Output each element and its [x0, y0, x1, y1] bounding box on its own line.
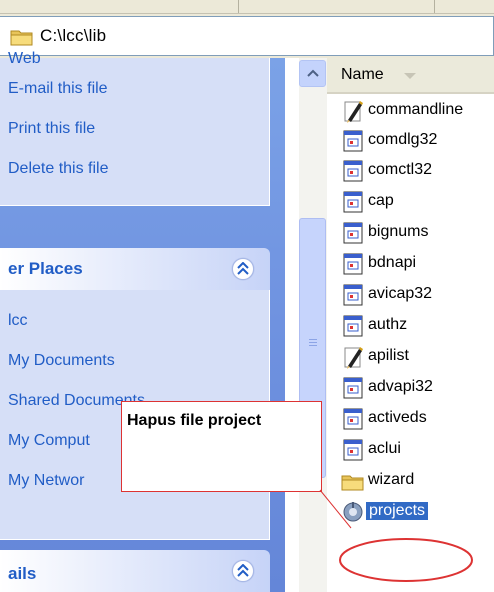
library-file-icon	[341, 252, 365, 276]
chevron-up-icon[interactable]	[232, 258, 254, 280]
print-file-link[interactable]: Print this file	[8, 120, 95, 138]
annotation-callout: Hapus file project	[121, 401, 322, 492]
details-title: ails	[8, 564, 37, 583]
address-path: C:\lcc\lib	[40, 26, 107, 45]
file-list: Name commandline comdlg32 comctl32 cap bignu…	[327, 58, 494, 592]
folder-icon	[10, 30, 33, 46]
task-pane: Web E-mail this file Print this file Del…	[0, 50, 285, 592]
delete-file-link[interactable]: Delete this file	[8, 160, 109, 178]
file-name: comdlg32	[368, 131, 438, 148]
file-name: apilist	[368, 347, 409, 364]
file-name: activeds	[368, 409, 427, 426]
place-link-my-documents[interactable]: My Documents	[8, 352, 115, 370]
chevron-up-icon[interactable]	[232, 560, 254, 582]
column-header-name[interactable]: Name	[327, 58, 494, 94]
other-places-header[interactable]: er Places	[0, 248, 270, 290]
text-file-pencil-icon	[341, 345, 365, 369]
library-file-icon	[341, 159, 365, 183]
library-file-icon	[341, 314, 365, 338]
file-name: comctl32	[368, 161, 433, 178]
project-file-icon	[341, 500, 365, 524]
text-file-pencil-icon	[341, 99, 365, 123]
library-file-icon	[341, 376, 365, 400]
file-name: bignums	[368, 223, 429, 240]
toolbar-separator	[238, 0, 239, 13]
details-header[interactable]: ails	[0, 550, 270, 592]
toolbar-strip	[0, 0, 494, 14]
address-bar: C:\lcc\lib	[0, 14, 494, 58]
chevron-up-icon	[307, 69, 319, 77]
folder-icon	[341, 469, 365, 493]
library-file-icon	[341, 129, 365, 153]
vertical-scrollbar[interactable]	[299, 58, 327, 592]
library-file-icon	[341, 407, 365, 431]
file-name: projects	[366, 502, 429, 520]
clipped-link[interactable]: Web	[8, 50, 41, 68]
library-file-icon	[341, 283, 365, 307]
place-link-my-computer[interactable]: My Comput	[8, 432, 90, 450]
place-link-my-network[interactable]: My Networ	[8, 472, 84, 490]
file-name: avicap32	[368, 285, 433, 302]
library-file-icon	[341, 221, 365, 245]
file-tasks-panel: Web E-mail this file Print this file Del…	[0, 50, 270, 206]
email-file-link[interactable]: E-mail this file	[8, 80, 108, 98]
file-name: aclui	[368, 440, 401, 457]
place-link-lcc[interactable]: lcc	[8, 312, 28, 330]
library-file-icon	[341, 190, 365, 214]
grip-icon	[309, 339, 317, 349]
other-places-title: er Places	[8, 259, 83, 278]
toolbar-separator	[434, 0, 435, 13]
column-header-label: Name	[341, 66, 384, 83]
file-name: cap	[368, 192, 394, 209]
library-file-icon	[341, 438, 365, 462]
address-input[interactable]: C:\lcc\lib	[0, 16, 494, 56]
file-name: bdnapi	[368, 254, 417, 271]
scroll-up-button[interactable]	[299, 60, 326, 87]
sort-down-icon	[404, 73, 416, 79]
file-name: authz	[368, 316, 408, 333]
file-name: advapi32	[368, 378, 433, 395]
file-name: wizard	[368, 471, 415, 488]
file-name: commandline	[368, 101, 464, 118]
callout-text: Hapus file project	[127, 412, 262, 429]
